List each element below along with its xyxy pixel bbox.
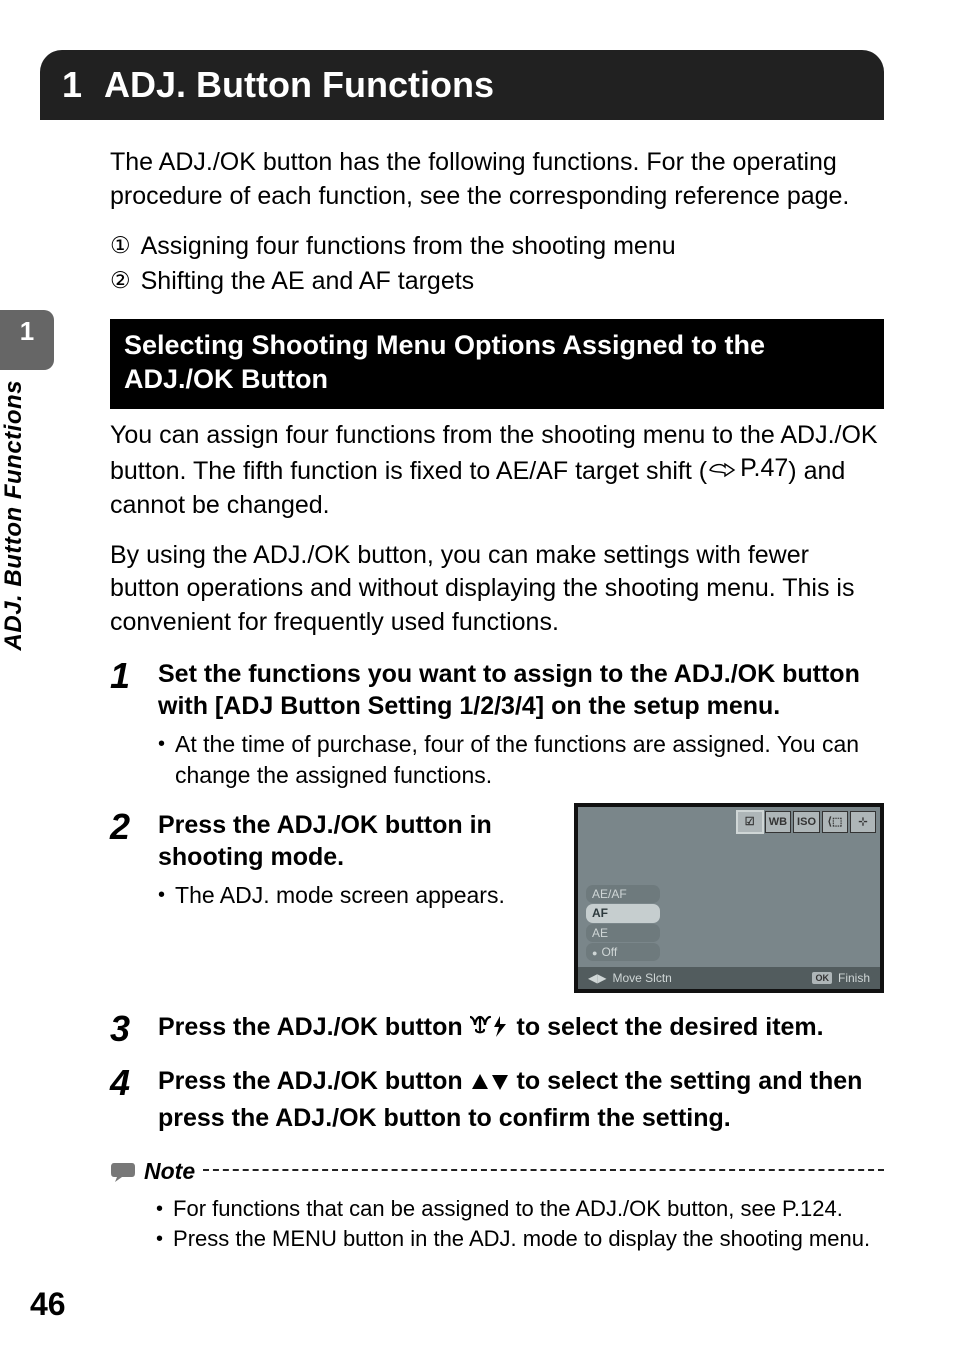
list-item-text: At the time of purchase, four of the fun… [175,729,884,791]
step-title: Press the ADJ./OK button to select the d… [158,1011,884,1048]
list-item: ② Shifting the AE and AF targets [110,265,884,299]
macro-flash-icon [470,1013,510,1048]
intro-paragraph: The ADJ./OK button has the following fun… [110,146,884,214]
step: 4 Press the ADJ./OK button to select the… [110,1065,884,1134]
lcd-menu-item-selected: AF [586,904,660,922]
lcd-hint-right: Finish [838,970,870,986]
step-number: 3 [110,1011,138,1048]
circled-number-icon: ① [110,230,131,264]
lcd-bottom-bar: ◀▶ Move Slctn OK Finish [578,967,880,989]
white-balance-icon: WB [765,811,791,833]
paragraph: By using the ADJ./OK button, you can mak… [110,539,884,640]
list-item-text: Shifting the AE and AF targets [141,265,475,299]
ok-badge-icon: OK [812,972,832,984]
chapter-heading-bar: 1 ADJ. Button Functions [40,50,884,120]
text-run: Press the ADJ./OK button [158,1067,470,1095]
list-item-text: Press the MENU button in the ADJ. mode t… [173,1224,870,1254]
lcd-menu-item: ●Off [586,943,660,961]
note-label: Note [144,1156,195,1187]
step-number: 1 [110,658,138,791]
side-margin: 1 ADJ. Button Functions [0,310,60,650]
chapter-number: 1 [62,64,82,106]
note-bubble-icon [110,1161,136,1183]
step: 2 Press the ADJ./OK button in shooting m… [110,809,884,993]
crosshair-icon: ⊹ [850,811,876,833]
af-target-icon: ⟨⬚ [822,811,848,833]
reference-hand-icon [707,459,737,479]
section-number-badge: 1 [0,310,54,370]
list-item-text: Assigning four functions from the shooti… [141,230,676,264]
lcd-menu-item: AE [586,924,660,942]
note-heading-row: Note [110,1156,884,1187]
list-item: The ADJ. mode screen appears. [158,880,556,911]
lcd-menu-list: AE/AF AF AE ●Off [586,884,660,961]
lcd-menu-item: AE/AF [586,885,660,903]
step-title: Press the ADJ./OK button to select the s… [158,1065,884,1134]
lcd-hint-left: Move Slctn [612,970,671,986]
paragraph: You can assign four functions from the s… [110,419,884,523]
step: 1 Set the functions you want to assign t… [110,658,884,791]
lcd-top-icon-row: ☑ WB ISO ⟨⬚ ⊹ [737,811,876,833]
note-dash-rule [203,1169,884,1171]
list-item: ① Assigning four functions from the shoot… [110,230,884,264]
section-number: 1 [20,316,34,347]
text-run: to select the desired item. [510,1013,824,1041]
list-item: At the time of purchase, four of the fun… [158,729,884,791]
circled-number-icon: ② [110,265,131,299]
list-item: Press the MENU button in the ADJ. mode t… [156,1224,884,1254]
cross-reference: P.47 [707,452,788,486]
step-title: Press the ADJ./OK button in shooting mod… [158,809,556,874]
page-reference: P.47 [740,452,788,486]
chapter-title: ADJ. Button Functions [104,64,494,106]
left-right-arrows-icon: ◀▶ [588,970,606,986]
step-title: Set the functions you want to assign to … [158,658,884,723]
numbered-function-list: ① Assigning four functions from the shoot… [110,230,884,300]
list-item-text: The ADJ. mode screen appears. [175,880,505,911]
step: 3 Press the ADJ./OK button to select the… [110,1011,884,1048]
step-number: 4 [110,1065,138,1134]
list-item-text: For functions that can be assigned to th… [173,1194,843,1224]
text-run: Press the ADJ./OK button [158,1013,470,1041]
up-down-arrows-icon [470,1069,510,1102]
page-number: 46 [30,1286,66,1323]
section-label-vertical: ADJ. Button Functions [0,380,28,650]
list-item: For functions that can be assigned to th… [156,1194,884,1224]
exposure-comp-icon: ☑ [737,811,763,833]
iso-icon: ISO [793,811,820,833]
subsection-heading: Selecting Shooting Menu Options Assigned… [110,319,884,409]
camera-lcd-screenshot: ☑ WB ISO ⟨⬚ ⊹ AE/AF AF AE ●Off ◀▶ Mo [574,803,884,993]
step-number: 2 [110,809,138,993]
